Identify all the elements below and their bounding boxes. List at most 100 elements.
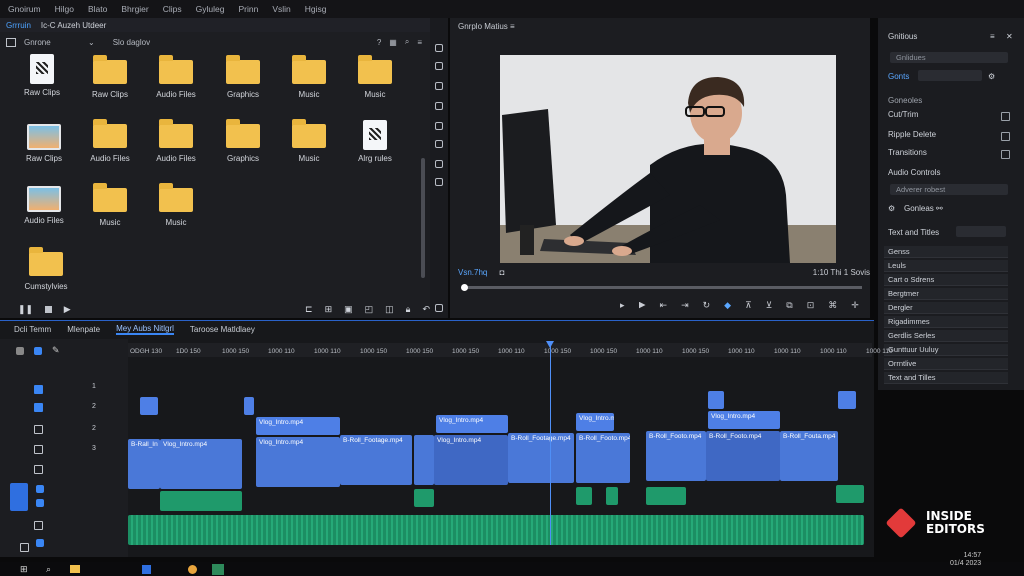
- checkbox[interactable]: [1001, 112, 1010, 121]
- loop-icon[interactable]: ↻: [703, 300, 711, 311]
- snap-icon[interactable]: [16, 347, 24, 355]
- solo-icon[interactable]: [20, 543, 29, 552]
- slip-tool-icon[interactable]: [435, 140, 443, 148]
- clip[interactable]: B-Roll_Footage.mp4: [508, 433, 574, 483]
- bin-item[interactable]: Music: [146, 183, 206, 227]
- audio-clip[interactable]: [836, 485, 864, 503]
- track-select-icon[interactable]: [435, 82, 443, 90]
- bin-item[interactable]: Music: [279, 119, 339, 163]
- wrench-icon[interactable]: ✎: [52, 345, 60, 356]
- playhead[interactable]: [550, 345, 551, 545]
- gear-icon[interactable]: ⚙: [888, 204, 895, 213]
- clip[interactable]: Vlog_Intro.mp4: [434, 435, 508, 485]
- project-dropdown[interactable]: Gnrone: [24, 38, 80, 47]
- track-toggle-icon[interactable]: [34, 403, 43, 412]
- effect-cut-trim[interactable]: Cut/Trim: [888, 110, 918, 119]
- bin-item[interactable]: Music: [80, 183, 140, 227]
- audio-clip[interactable]: [414, 489, 434, 507]
- bin-item[interactable]: Cumstylvies: [16, 247, 76, 291]
- clip[interactable]: [708, 391, 724, 409]
- add-button-icon[interactable]: ✛: [851, 300, 859, 311]
- tab-sequence[interactable]: Taroose Matldlaey: [190, 325, 255, 334]
- list-item[interactable]: Orrntlive: [884, 358, 1008, 370]
- safe-margins-icon[interactable]: ⊡: [807, 300, 815, 311]
- menu-item[interactable]: Blato: [88, 4, 107, 14]
- editor-app-icon[interactable]: [212, 564, 224, 575]
- vr-icon[interactable]: ⌘: [828, 300, 837, 311]
- menu-item[interactable]: Gyluleg: [196, 4, 225, 14]
- menu-item[interactable]: Gnoirum: [8, 4, 41, 14]
- list-item[interactable]: Rigadimmes: [884, 316, 1008, 328]
- list-item[interactable]: Text and Tilles: [884, 372, 1008, 384]
- clip[interactable]: Vlog_Intro.mp4: [708, 411, 780, 429]
- selection-tool-icon[interactable]: [435, 62, 443, 70]
- bin-item[interactable]: Music: [345, 55, 405, 99]
- bin-item[interactable]: Raw Clips: [14, 124, 74, 163]
- tab-project[interactable]: Grrruin: [6, 21, 31, 30]
- play-icon[interactable]: [638, 301, 646, 309]
- lock-icon[interactable]: 🔒︎: [406, 304, 411, 315]
- linked-selection-icon[interactable]: [34, 347, 42, 355]
- search-icon[interactable]: ⌕: [46, 564, 51, 575]
- tab-path[interactable]: Ic-C Auzeh Utdeer: [41, 21, 106, 30]
- browser-icon[interactable]: [188, 565, 197, 574]
- bin-item[interactable]: Audio Files: [146, 55, 206, 99]
- effects-search-label[interactable]: Gonts: [888, 72, 909, 81]
- clip[interactable]: B-Roll_Footo.mp4: [706, 431, 780, 481]
- mute-icon[interactable]: [34, 521, 43, 530]
- bin-item[interactable]: Audio Files: [146, 119, 206, 163]
- track-toggle-icon[interactable]: [36, 485, 44, 493]
- close-icon[interactable]: ✕: [1006, 32, 1013, 41]
- playback-scrubber[interactable]: [461, 284, 862, 291]
- clip[interactable]: B-Rall_In: [128, 439, 160, 489]
- bin-item[interactable]: Alrg rules: [345, 120, 405, 163]
- extract-icon[interactable]: ⊻: [766, 300, 773, 311]
- bin-icon[interactable]: ▣: [344, 304, 353, 315]
- menu-icon[interactable]: ≡: [417, 38, 422, 47]
- track-toggle-icon[interactable]: [36, 539, 44, 547]
- bin-item[interactable]: Graphics: [213, 119, 273, 163]
- time-ruler[interactable]: ODGH 130 1D0 150 1000 150 1000 110 1000 110 1…: [128, 343, 893, 357]
- tab-sequence-active[interactable]: Mey Aubs Nitlgrl: [116, 324, 174, 335]
- marker-icon[interactable]: ◆: [724, 300, 731, 311]
- project-view-label[interactable]: Slo daglov: [113, 38, 150, 47]
- clip[interactable]: Vlog_Intro.mp4: [436, 415, 508, 433]
- track-target-v1[interactable]: [10, 483, 28, 511]
- audio-track-music[interactable]: [128, 515, 864, 545]
- power-icon[interactable]: [435, 44, 443, 52]
- effect-ripple-delete[interactable]: Ripple Delete: [888, 130, 936, 139]
- audio-clip[interactable]: [646, 487, 686, 505]
- export-frame-icon[interactable]: ⧉: [786, 300, 792, 311]
- search-icon[interactable]: ⌕: [405, 37, 409, 47]
- bin-item[interactable]: Graphics: [213, 55, 273, 99]
- track-eye-icon[interactable]: [34, 425, 43, 434]
- audio-clip[interactable]: [160, 491, 242, 511]
- audio-dropdown[interactable]: Adverer robest: [890, 184, 1008, 195]
- effects-dropdown[interactable]: Gnlidues: [890, 52, 1008, 63]
- pause-icon[interactable]: ❚❚: [18, 304, 33, 315]
- mark-in-icon[interactable]: ▸: [620, 300, 625, 311]
- list-view-icon[interactable]: ▦: [389, 38, 397, 47]
- clip[interactable]: Vlog_Intro.mp4: [160, 439, 242, 489]
- tab-sequence[interactable]: Mlenpate: [67, 325, 100, 334]
- track-toggle-icon[interactable]: [34, 385, 43, 394]
- menu-item[interactable]: Hgisg: [305, 4, 327, 14]
- track-lock-icon[interactable]: [34, 465, 43, 474]
- clip-icon[interactable]: ◰: [365, 304, 374, 315]
- menu-item[interactable]: Vslin: [272, 4, 290, 14]
- text-dropdown[interactable]: [956, 226, 1006, 237]
- menu-icon[interactable]: ≡: [990, 32, 995, 41]
- hand-tool-icon[interactable]: [435, 178, 443, 186]
- marker-icon[interactable]: ◫: [385, 304, 394, 315]
- track-eye-icon[interactable]: [34, 445, 43, 454]
- bin-item[interactable]: Raw Clips: [12, 54, 72, 97]
- track-toggle-icon[interactable]: [36, 499, 44, 507]
- tab-sequence[interactable]: Dcli Temm: [14, 325, 51, 334]
- bin-item[interactable]: Audio Files: [80, 119, 140, 163]
- list-item[interactable]: Dergler: [884, 302, 1008, 314]
- clip[interactable]: [414, 435, 434, 485]
- menu-icon[interactable]: ≡: [510, 22, 515, 31]
- play-icon[interactable]: ▶: [64, 304, 71, 315]
- clip[interactable]: [140, 397, 158, 415]
- menu-item[interactable]: Hilgo: [55, 4, 74, 14]
